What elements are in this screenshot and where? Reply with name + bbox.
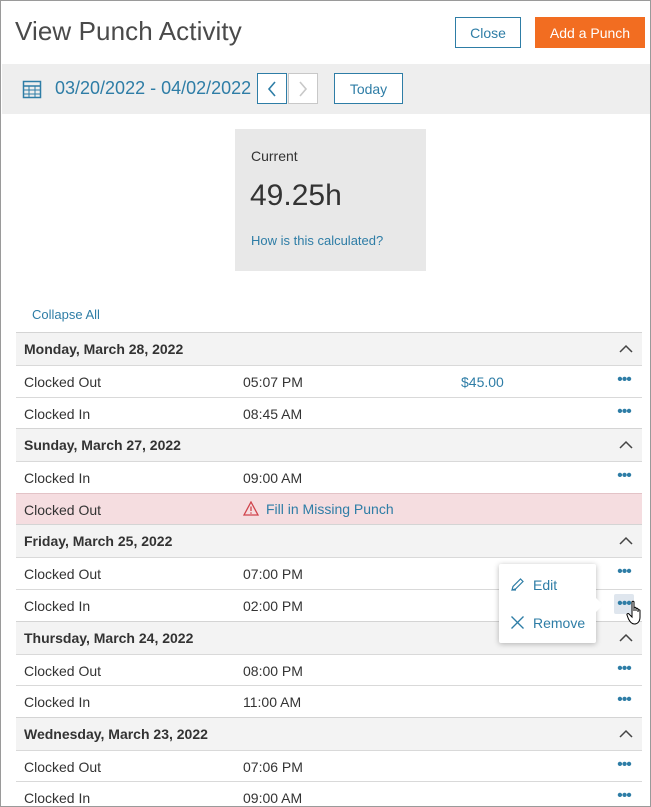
fill-missing-punch-link[interactable]: Fill in Missing Punch bbox=[243, 501, 394, 517]
punch-type: Clocked Out bbox=[24, 501, 102, 518]
next-period-button[interactable] bbox=[288, 73, 318, 104]
table-row: Clocked In 09:00 AM ••• bbox=[16, 781, 642, 807]
day-header[interactable]: Wednesday, March 23, 2022 bbox=[16, 716, 642, 750]
remove-label: Remove bbox=[533, 615, 586, 631]
punch-time: 09:00 AM bbox=[243, 790, 303, 807]
more-horizontal-icon[interactable]: ••• bbox=[614, 659, 634, 679]
punch-time: 05:07 PM bbox=[243, 374, 303, 390]
day-header[interactable]: Monday, March 28, 2022 bbox=[16, 332, 642, 365]
close-icon bbox=[511, 616, 524, 629]
missing-punch-label: Fill in Missing Punch bbox=[266, 500, 394, 517]
day-title: Friday, March 25, 2022 bbox=[24, 533, 173, 550]
close-button[interactable]: Close bbox=[455, 17, 521, 48]
punch-type: Clocked In bbox=[24, 597, 91, 614]
table-row: Clocked In 08:45 AM ••• bbox=[16, 396, 642, 429]
add-punch-button[interactable]: Add a Punch bbox=[535, 17, 645, 48]
punch-time: 08:45 AM bbox=[243, 405, 303, 422]
date-range-text[interactable]: 03/20/2022 - 04/02/2022 bbox=[55, 78, 251, 99]
table-row: Clocked In 09:00 AM ••• bbox=[16, 461, 642, 493]
collapse-all-link[interactable]: Collapse All bbox=[32, 307, 100, 322]
today-button[interactable]: Today bbox=[334, 73, 403, 104]
day-title: Thursday, March 24, 2022 bbox=[24, 629, 194, 646]
chevron-right-icon bbox=[299, 80, 308, 97]
more-horizontal-icon[interactable]: ••• bbox=[614, 562, 634, 582]
edit-menu-item[interactable]: Edit bbox=[499, 566, 596, 604]
punch-type: Clocked In bbox=[24, 470, 91, 487]
punch-time: 02:00 PM bbox=[243, 597, 303, 614]
chevron-up-icon[interactable] bbox=[616, 628, 636, 648]
table-row: Clocked Out 07:06 PM ••• bbox=[16, 749, 642, 782]
day-title: Monday, March 28, 2022 bbox=[24, 341, 184, 357]
punch-time: 08:00 PM bbox=[243, 662, 303, 679]
day-title: Wednesday, March 23, 2022 bbox=[24, 725, 208, 742]
calculation-help-link[interactable]: How is this calculated? bbox=[251, 233, 383, 248]
punch-type: Clocked In bbox=[24, 405, 91, 422]
more-horizontal-icon[interactable]: ••• bbox=[614, 370, 634, 390]
chevron-up-icon[interactable] bbox=[616, 435, 636, 455]
summary-label: Current bbox=[251, 148, 298, 164]
punch-type: Clocked In bbox=[24, 694, 91, 711]
table-row: Clocked In 11:00 AM ••• bbox=[16, 685, 642, 717]
punch-activity-panel: View Punch Activity Close Add a Punch 03… bbox=[0, 0, 651, 807]
punch-type: Clocked In bbox=[24, 790, 91, 807]
day-header[interactable]: Friday, March 25, 2022 bbox=[16, 524, 642, 558]
punch-type: Clocked Out bbox=[24, 566, 102, 583]
more-horizontal-icon[interactable]: ••• bbox=[614, 786, 634, 806]
hours-summary-card: Current 49.25h How is this calculated? bbox=[235, 129, 426, 271]
missing-punch-row: Clocked Out Fill in Missing Punch bbox=[16, 492, 642, 525]
table-row: Clocked Out 08:00 PM ••• bbox=[16, 653, 642, 686]
punch-type: Clocked Out bbox=[24, 758, 102, 775]
more-horizontal-icon[interactable]: ••• bbox=[614, 593, 634, 614]
chevron-left-icon bbox=[267, 80, 276, 97]
punch-time: 07:06 PM bbox=[243, 758, 303, 775]
punch-time: 09:00 AM bbox=[243, 470, 303, 487]
calendar-icon[interactable] bbox=[22, 79, 42, 99]
warning-icon bbox=[243, 501, 259, 516]
page-title: View Punch Activity bbox=[15, 16, 242, 46]
date-range-bar: 03/20/2022 - 04/02/2022 Today bbox=[2, 64, 650, 114]
punch-type: Clocked Out bbox=[24, 374, 102, 390]
panel-header: View Punch Activity Close Add a Punch bbox=[1, 1, 650, 63]
previous-period-button[interactable] bbox=[257, 73, 287, 104]
chevron-up-icon[interactable] bbox=[616, 531, 636, 551]
punch-actions-menu: Edit Remove bbox=[499, 564, 603, 643]
more-horizontal-icon[interactable]: ••• bbox=[614, 755, 634, 775]
more-horizontal-icon[interactable]: ••• bbox=[614, 466, 634, 486]
day-header[interactable]: Sunday, March 27, 2022 bbox=[16, 428, 642, 462]
more-horizontal-icon[interactable]: ••• bbox=[614, 690, 634, 710]
pencil-icon bbox=[511, 578, 524, 591]
punch-time: 07:00 PM bbox=[243, 566, 303, 583]
punch-amount[interactable]: $45.00 bbox=[461, 374, 504, 390]
menu-caret bbox=[596, 598, 603, 612]
total-hours-value: 49.25h bbox=[250, 179, 342, 212]
day-title: Sunday, March 27, 2022 bbox=[24, 437, 181, 454]
edit-label: Edit bbox=[533, 577, 558, 593]
remove-menu-item[interactable]: Remove bbox=[499, 604, 596, 642]
chevron-up-icon[interactable] bbox=[616, 724, 636, 744]
chevron-up-icon[interactable] bbox=[616, 339, 636, 359]
punch-type: Clocked Out bbox=[24, 662, 102, 679]
more-horizontal-icon[interactable]: ••• bbox=[614, 402, 634, 422]
table-row: Clocked Out 05:07 PM $45.00 ••• bbox=[16, 365, 642, 397]
punch-time: 11:00 AM bbox=[243, 694, 302, 711]
